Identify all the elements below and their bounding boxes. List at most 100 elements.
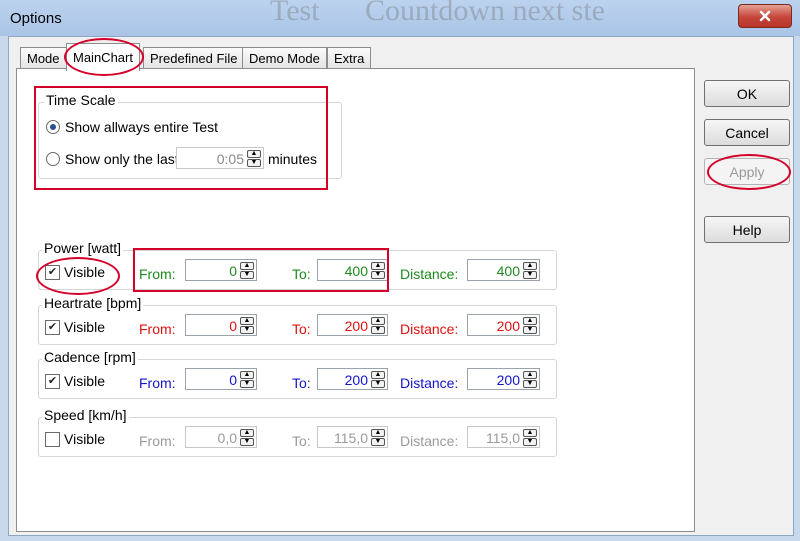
tab-predefined-file[interactable]: Predefined File [143,47,245,69]
spin-up-icon[interactable]: ▲ [371,371,385,379]
speed-title: Speed [km/h] [42,407,129,423]
cadence-from-label: From: [139,375,176,391]
spin-up-icon[interactable]: ▲ [371,317,385,325]
speed-from-spinner[interactable]: ▲ ▼ [240,429,254,446]
power-distance-label: Distance: [400,266,459,282]
speed-distance-spinner[interactable]: ▲ ▼ [523,429,537,446]
speed-from-input[interactable]: 0,0 ▲ ▼ [185,426,257,448]
cadence-distance-input[interactable]: 200 ▲ ▼ [467,368,540,390]
spin-down-icon[interactable]: ▼ [240,380,254,388]
spin-down-icon[interactable]: ▼ [247,159,261,167]
spin-down-icon[interactable]: ▼ [523,271,537,279]
power-title: Power [watt] [42,240,124,256]
radio-show-entire[interactable]: Show allways entire Test [46,119,218,135]
speed-distance-input[interactable]: 115,0 ▲ ▼ [467,426,540,448]
heartrate-from-input[interactable]: 0 ▲ ▼ [185,314,257,336]
heartrate-distance-spinner[interactable]: ▲ ▼ [523,317,537,334]
power-from-value: 0 [229,263,237,279]
checkbox-indicator: ✔ [45,373,60,389]
speed-distance-label: Distance: [400,433,459,449]
cadence-visible-checkbox[interactable]: ✔ Visible [45,373,105,389]
tab-extra[interactable]: Extra [327,47,372,69]
heartrate-from-label: From: [139,321,176,337]
power-to-label: To: [292,266,311,282]
spin-up-icon[interactable]: ▲ [247,150,261,158]
cadence-title: Cadence [rpm] [42,349,138,365]
heartrate-distance-value: 200 [496,318,520,334]
last-minutes-input[interactable]: 0:05 ▲ ▼ [176,147,264,169]
checkbox-indicator: ✔ [45,264,60,280]
spin-down-icon[interactable]: ▼ [240,438,254,446]
power-to-input[interactable]: 400 ▲ ▼ [317,259,388,281]
cadence-to-input[interactable]: 200 ▲ ▼ [317,368,388,390]
power-to-spinner[interactable]: ▲ ▼ [371,262,385,279]
spin-down-icon[interactable]: ▼ [371,271,385,279]
spin-down-icon[interactable]: ▼ [240,326,254,334]
power-from-spinner[interactable]: ▲ ▼ [240,262,254,279]
window-title: Options [10,10,62,27]
spin-up-icon[interactable]: ▲ [371,429,385,437]
cadence-to-spinner[interactable]: ▲ ▼ [371,371,385,388]
power-distance-spinner[interactable]: ▲ ▼ [523,262,537,279]
background-window-text: Test [270,0,320,27]
tab-demo-mode[interactable]: Demo Mode [242,47,327,69]
help-button[interactable]: Help [704,216,790,243]
close-button[interactable] [738,4,792,28]
speed-from-label: From: [139,433,176,449]
heartrate-distance-input[interactable]: 200 ▲ ▼ [467,314,540,336]
tab-mode[interactable]: Mode [20,47,67,69]
ok-button[interactable]: OK [704,80,790,107]
spin-up-icon[interactable]: ▲ [371,262,385,270]
spin-down-icon[interactable]: ▼ [371,438,385,446]
spin-down-icon[interactable]: ▼ [371,380,385,388]
apply-button[interactable]: Apply [704,158,790,185]
heartrate-visible-checkbox[interactable]: ✔ Visible [45,319,105,335]
spin-up-icon[interactable]: ▲ [240,371,254,379]
spin-down-icon[interactable]: ▼ [371,326,385,334]
spin-up-icon[interactable]: ▲ [523,371,537,379]
heartrate-to-input[interactable]: 200 ▲ ▼ [317,314,388,336]
speed-to-value: 115,0 [334,430,368,446]
speed-visible-checkbox[interactable]: Visible [45,431,105,447]
spin-down-icon[interactable]: ▼ [523,326,537,334]
radio-show-entire-label: Show allways entire Test [65,119,219,135]
checkbox-indicator: ✔ [45,319,60,335]
cadence-from-value: 0 [229,372,237,388]
speed-to-spinner[interactable]: ▲ ▼ [371,429,385,446]
power-to-value: 400 [344,263,368,279]
spin-up-icon[interactable]: ▲ [240,429,254,437]
spin-up-icon[interactable]: ▲ [523,262,537,270]
spin-up-icon[interactable]: ▲ [240,317,254,325]
radio-indicator [46,120,60,134]
cadence-from-spinner[interactable]: ▲ ▼ [240,371,254,388]
heartrate-visible-label: Visible [64,319,105,335]
cadence-distance-spinner[interactable]: ▲ ▼ [523,371,537,388]
spin-up-icon[interactable]: ▲ [523,429,537,437]
radio-show-last[interactable]: Show only the last [46,151,179,167]
speed-visible-label: Visible [64,431,105,447]
time-scale-title: Time Scale [44,92,118,108]
cadence-to-value: 200 [344,372,368,388]
power-distance-value: 400 [496,263,520,279]
tab-mainchart[interactable]: MainChart [66,43,140,71]
spin-up-icon[interactable]: ▲ [523,317,537,325]
cadence-visible-label: Visible [64,373,105,389]
spin-down-icon[interactable]: ▼ [523,380,537,388]
cadence-from-input[interactable]: 0 ▲ ▼ [185,368,257,390]
radio-indicator [46,152,60,166]
heartrate-from-spinner[interactable]: ▲ ▼ [240,317,254,334]
heartrate-to-spinner[interactable]: ▲ ▼ [371,317,385,334]
last-minutes-spinner[interactable]: ▲ ▼ [247,150,261,167]
power-from-input[interactable]: 0 ▲ ▼ [185,259,257,281]
speed-to-input[interactable]: 115,0 ▲ ▼ [317,426,388,448]
spin-up-icon[interactable]: ▲ [240,262,254,270]
power-visible-checkbox[interactable]: ✔ Visible [45,264,105,280]
title-bar: Test Countdown next ste Options [0,0,800,36]
cancel-button[interactable]: Cancel [704,119,790,146]
speed-from-value: 0,0 [217,430,237,446]
speed-to-label: To: [292,433,311,449]
spin-down-icon[interactable]: ▼ [523,438,537,446]
power-distance-input[interactable]: 400 ▲ ▼ [467,259,540,281]
spin-down-icon[interactable]: ▼ [240,271,254,279]
power-from-label: From: [139,266,176,282]
